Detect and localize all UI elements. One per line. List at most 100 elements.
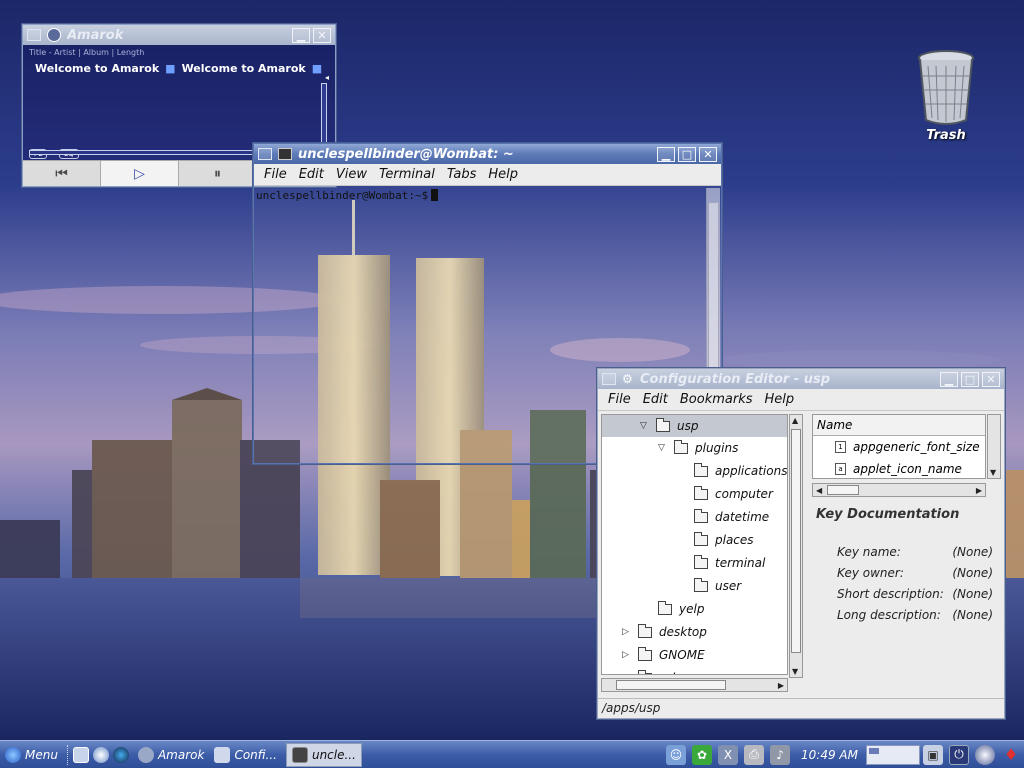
task-terminal[interactable]: uncle... bbox=[285, 742, 362, 767]
folder-icon bbox=[694, 577, 708, 592]
tree-item-schemas[interactable]: ▷schemas bbox=[622, 667, 712, 674]
pause-button[interactable]: ⏸ bbox=[179, 161, 257, 186]
doc-row-short-description: Short description: (None) bbox=[837, 587, 993, 601]
workspace-pager[interactable] bbox=[866, 744, 920, 765]
printer-icon[interactable]: ⎙ bbox=[744, 744, 765, 765]
collapsed-arrow-icon: ▷ bbox=[622, 627, 629, 637]
scroll-right-icon[interactable]: ▶ bbox=[778, 681, 784, 690]
expanded-arrow-icon: ▽ bbox=[640, 421, 647, 431]
maximize-button[interactable]: □ bbox=[961, 371, 979, 387]
menu-help[interactable]: Help bbox=[759, 392, 801, 407]
task-amarok[interactable]: Amarok bbox=[133, 743, 209, 767]
close-button[interactable]: ✕ bbox=[699, 146, 717, 162]
menu-edit[interactable]: Edit bbox=[637, 392, 674, 407]
folder-icon bbox=[694, 508, 708, 523]
play-icon: ▷ bbox=[134, 165, 145, 182]
menu-bookmarks[interactable]: Bookmarks bbox=[674, 392, 759, 407]
folder-icon bbox=[658, 600, 672, 615]
terminal-icon bbox=[291, 746, 308, 763]
scroll-up-icon[interactable]: ▲ bbox=[792, 416, 798, 425]
window-menu-button[interactable] bbox=[258, 148, 272, 160]
scroll-right-icon[interactable]: ▶ bbox=[976, 486, 982, 495]
tree-item-places[interactable]: places bbox=[694, 529, 754, 551]
menu-terminal[interactable]: Terminal bbox=[373, 167, 441, 182]
tree-vertical-scrollbar[interactable]: ▲ ▼ bbox=[789, 414, 803, 678]
flower-icon[interactable]: ✿ bbox=[692, 744, 713, 765]
seek-slider[interactable] bbox=[29, 150, 253, 155]
menu-file[interactable]: File bbox=[258, 167, 293, 182]
scrollbar-thumb[interactable] bbox=[791, 429, 801, 653]
browser-icon[interactable] bbox=[975, 744, 995, 765]
menu-help[interactable]: Help bbox=[482, 167, 524, 182]
tree-item-usp[interactable]: ▽ usp bbox=[602, 415, 787, 437]
play-button[interactable]: ▷ bbox=[101, 161, 179, 186]
speaker-icon[interactable]: ♪ bbox=[770, 744, 791, 765]
trash-desktop-icon[interactable]: Trash bbox=[908, 48, 984, 143]
pause-icon: ⏸ bbox=[214, 165, 221, 182]
scrollbar-thumb[interactable] bbox=[827, 485, 859, 495]
maximize-button[interactable]: □ bbox=[678, 146, 696, 162]
folder-icon bbox=[694, 485, 708, 500]
collapsed-arrow-icon: ▷ bbox=[622, 673, 632, 674]
previous-button[interactable]: ⏮ bbox=[23, 161, 101, 186]
close-button[interactable]: ✕ bbox=[982, 371, 1000, 387]
menu-view[interactable]: View bbox=[330, 167, 373, 182]
tree-item-datetime[interactable]: datetime bbox=[694, 506, 769, 528]
tree-item-desktop[interactable]: ▷ desktop bbox=[622, 621, 707, 643]
tree-item-user[interactable]: user bbox=[694, 575, 741, 597]
keylist-vertical-scrollbar[interactable]: ▼ bbox=[987, 414, 1001, 479]
gem-icon[interactable]: ♦ bbox=[1001, 745, 1021, 765]
menu-edit[interactable]: Edit bbox=[293, 167, 330, 182]
track-info-header: Title - Artist | Album | Length bbox=[29, 48, 145, 57]
x-icon[interactable]: X bbox=[718, 744, 739, 765]
task-configuration-editor[interactable]: Confi... bbox=[209, 743, 282, 767]
tree-item-computer[interactable]: computer bbox=[694, 483, 773, 505]
tree-item-terminal[interactable]: terminal bbox=[694, 552, 765, 574]
collapsed-arrow-icon: ▷ bbox=[622, 650, 629, 660]
key-list[interactable]: Name 1 appgeneric_font_size a applet_icon_… bbox=[812, 414, 986, 479]
terminal-titlebar[interactable]: unclespellbinder@Wombat: ~ ▁ □ ✕ bbox=[254, 144, 721, 164]
scrollbar-thumb[interactable] bbox=[616, 680, 726, 690]
scroll-down-icon[interactable]: ▼ bbox=[990, 468, 996, 477]
minimize-button[interactable]: ▁ bbox=[657, 146, 675, 162]
tree-horizontal-scrollbar[interactable]: ▶ bbox=[601, 678, 788, 692]
configuration-editor-window[interactable]: ⚙ Configuration Editor - usp ▁ □ ✕ File … bbox=[597, 368, 1005, 719]
minimize-button[interactable]: ▁ bbox=[940, 371, 958, 387]
config-editor-app-icon: ⚙ bbox=[622, 372, 633, 386]
close-button[interactable]: ✕ bbox=[313, 27, 331, 43]
minimize-button[interactable]: ▁ bbox=[292, 27, 310, 43]
chat-icon[interactable]: ☺ bbox=[666, 744, 687, 765]
window-menu-button[interactable] bbox=[27, 29, 41, 41]
web-browser-icon[interactable] bbox=[112, 746, 129, 763]
key-row[interactable]: a applet_icon_name bbox=[813, 458, 985, 478]
amarok-titlebar[interactable]: Amarok ▁ ✕ bbox=[23, 25, 335, 45]
amarok-logo-icon bbox=[47, 28, 61, 42]
doc-row-long-description: Long description: (None) bbox=[837, 608, 993, 622]
folder-icon bbox=[694, 462, 708, 477]
gconf-menubar: File Edit Bookmarks Help bbox=[598, 389, 1004, 411]
menu-icon bbox=[5, 746, 21, 763]
folder-icon bbox=[638, 623, 652, 638]
tree-item-applications[interactable]: applications bbox=[694, 460, 787, 482]
menu-file[interactable]: File bbox=[602, 392, 637, 407]
tree-item-yelp[interactable]: yelp bbox=[658, 598, 704, 620]
tree-item-gnome[interactable]: ▷ GNOME bbox=[622, 644, 705, 666]
system-tray: ☺ ✿ X ⎙ ♪ 10:49 AM ▣ ⏻ ♦ bbox=[663, 744, 1024, 765]
keylist-horizontal-scrollbar[interactable]: ◀ ▶ bbox=[812, 483, 986, 497]
main-menu-button[interactable]: Menu bbox=[0, 743, 63, 767]
show-desktop-icon[interactable]: ▣ bbox=[923, 744, 943, 765]
doc-row-key-name: Key name: (None) bbox=[837, 545, 993, 559]
key-row[interactable]: 1 appgeneric_font_size bbox=[813, 436, 985, 458]
gconf-titlebar[interactable]: ⚙ Configuration Editor - usp ▁ □ ✕ bbox=[598, 369, 1004, 389]
window-menu-button[interactable] bbox=[602, 373, 616, 385]
clock[interactable]: 10:49 AM bbox=[801, 748, 858, 762]
file-manager-icon[interactable] bbox=[92, 746, 109, 763]
name-column-header[interactable]: Name bbox=[813, 415, 985, 436]
menu-tabs[interactable]: Tabs bbox=[441, 167, 483, 182]
power-icon[interactable]: ⏻ bbox=[949, 744, 969, 765]
scroll-left-icon[interactable]: ◀ bbox=[816, 486, 822, 495]
desktop-launcher-icon[interactable] bbox=[72, 746, 89, 763]
directory-tree[interactable]: ▽ usp ▽ plugins applications computer date… bbox=[601, 414, 788, 675]
tree-item-plugins[interactable]: ▽ plugins bbox=[658, 437, 738, 459]
scroll-down-icon[interactable]: ▼ bbox=[792, 667, 798, 676]
